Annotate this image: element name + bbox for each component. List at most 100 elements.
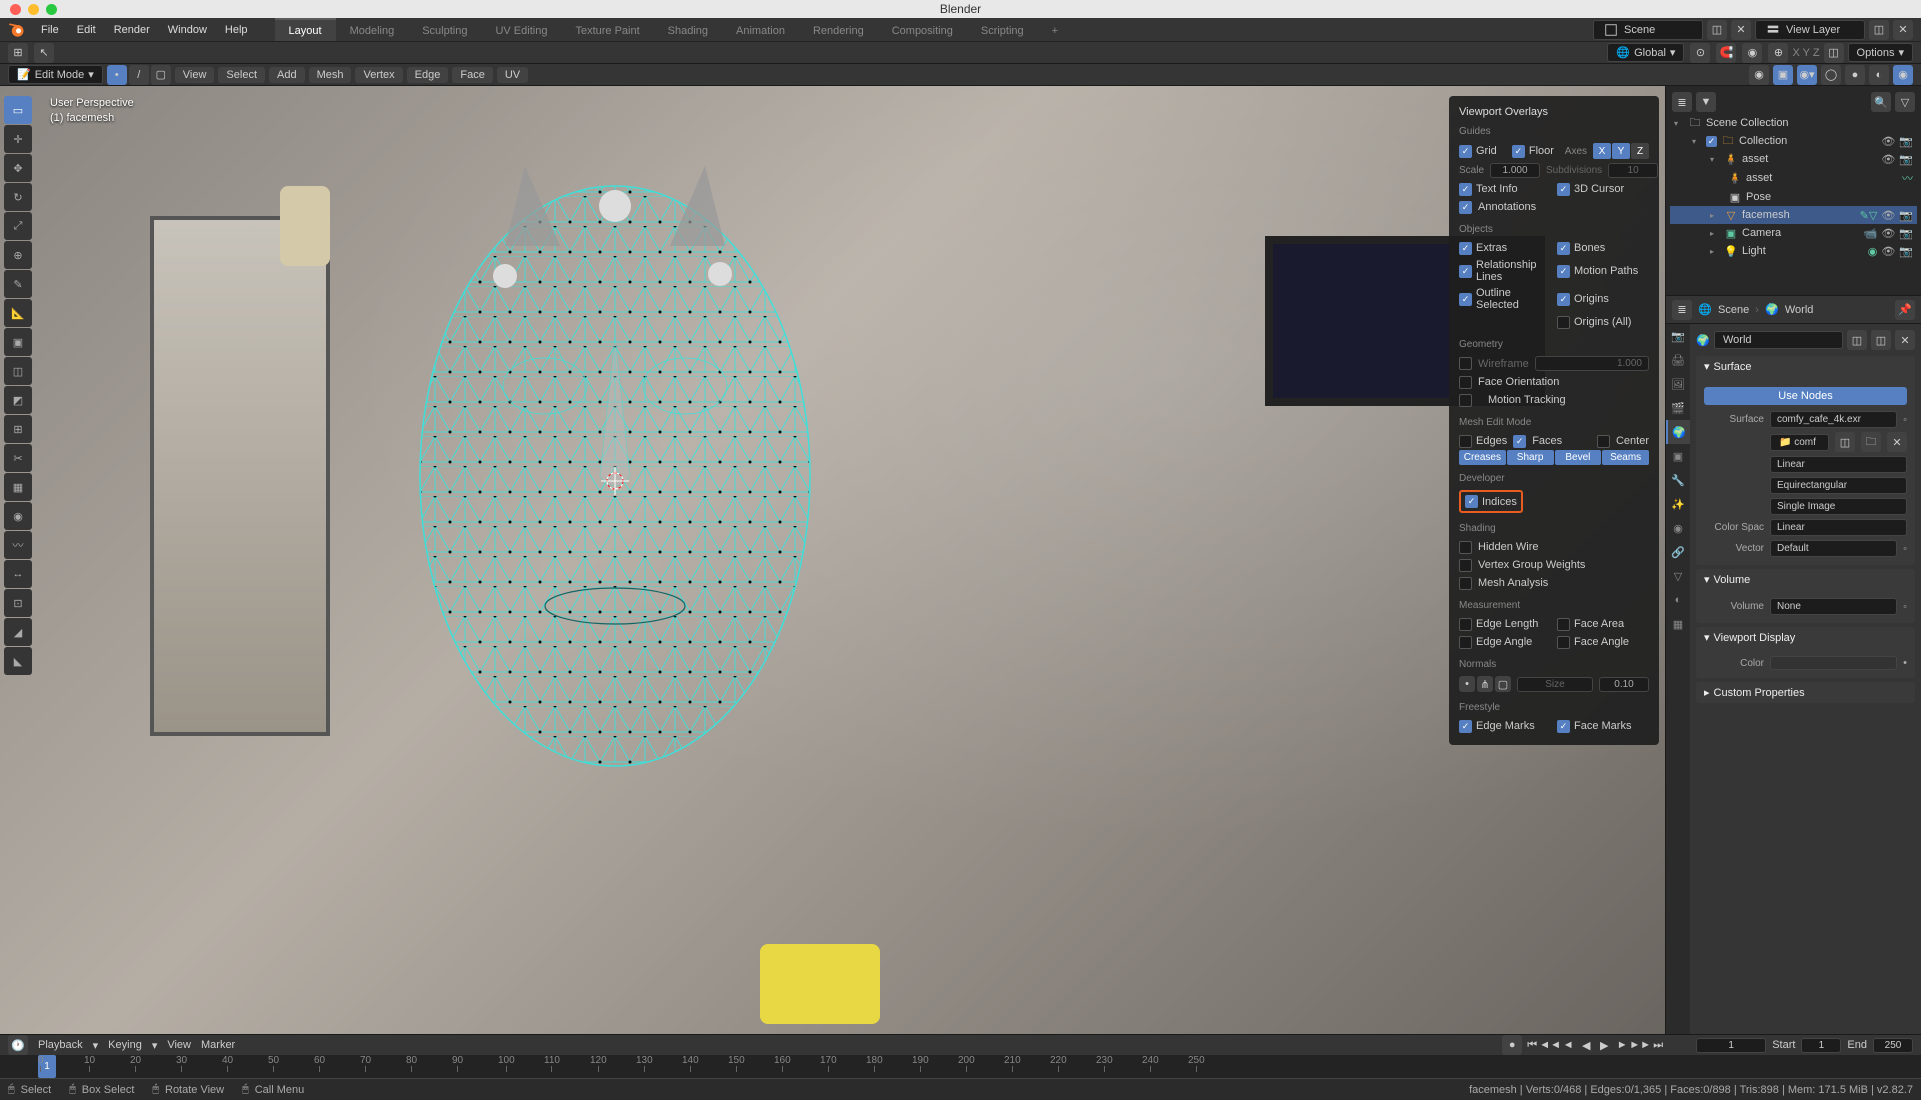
edges-checkbox[interactable] — [1459, 435, 1472, 448]
header-mesh[interactable]: Mesh — [309, 67, 352, 83]
delete-layer-button[interactable]: ✕ — [1893, 20, 1913, 40]
menu-edit[interactable]: Edit — [68, 18, 105, 41]
pivot-icon[interactable]: ⊙ — [1690, 43, 1710, 63]
new-layer-button[interactable]: ◫ — [1869, 20, 1889, 40]
bevel-tool[interactable]: ◩ — [4, 386, 32, 414]
indices-checkbox[interactable] — [1465, 495, 1478, 508]
header-face[interactable]: Face — [452, 67, 492, 83]
world-name-field[interactable]: World — [1714, 331, 1843, 349]
outliner-asset[interactable]: ▾🧍asset👁📷 — [1670, 150, 1917, 168]
tab-modifier-props[interactable]: 🔧 — [1666, 468, 1690, 492]
volume-panel-header[interactable]: ▾ Volume — [1696, 569, 1915, 590]
mesh-analysis-checkbox[interactable] — [1459, 577, 1472, 590]
normal-split-icon[interactable]: ⋔ — [1477, 676, 1493, 692]
new-scene-button[interactable]: ◫ — [1707, 20, 1727, 40]
orientation-selector[interactable]: 🌐 Global ▾ — [1607, 43, 1684, 62]
tab-object-props[interactable]: ▣ — [1666, 444, 1690, 468]
motion-checkbox[interactable] — [1557, 265, 1570, 278]
display-color-swatch[interactable] — [1770, 656, 1897, 670]
rotate-tool[interactable]: ↻ — [4, 183, 32, 211]
extras-checkbox[interactable] — [1459, 242, 1472, 255]
unlink-world-icon[interactable]: ✕ — [1895, 330, 1915, 350]
spin-tool[interactable]: ◉ — [4, 502, 32, 530]
viewport-overlays-icon[interactable]: ◉▾ — [1797, 65, 1817, 85]
scale-input[interactable]: 1.000 — [1490, 163, 1540, 178]
start-frame-input[interactable]: 1 — [1801, 1038, 1841, 1053]
textinfo-checkbox[interactable] — [1459, 183, 1472, 196]
subdiv-input[interactable]: 10 — [1608, 163, 1658, 178]
sharp-button[interactable]: Sharp — [1507, 450, 1554, 465]
timeline-marker[interactable]: Marker — [201, 1039, 235, 1051]
volume-select[interactable]: None — [1770, 598, 1897, 615]
minimize-window-icon[interactable] — [28, 4, 39, 15]
jump-start-icon[interactable]: ⏮ — [1524, 1037, 1540, 1053]
hidden-wire-checkbox[interactable] — [1459, 541, 1472, 554]
faces-checkbox[interactable] — [1513, 435, 1526, 448]
surface-value[interactable]: comfy_cafe_4k.exr — [1770, 411, 1897, 428]
image-file-field[interactable]: 📁 comf — [1770, 434, 1829, 451]
bones-checkbox[interactable] — [1557, 242, 1570, 255]
play-icon[interactable]: ▶ — [1596, 1037, 1612, 1053]
outliner-funnel-icon[interactable]: ▽ — [1895, 92, 1915, 112]
overlay-toggle-icon[interactable]: ◫ — [1824, 43, 1844, 63]
axis-x-button[interactable]: X — [1593, 143, 1611, 159]
end-frame-input[interactable]: 250 — [1873, 1038, 1913, 1053]
shading-rendered-icon[interactable]: ◉ — [1893, 65, 1913, 85]
axis-y-button[interactable]: Y — [1612, 143, 1630, 159]
cursor-tool[interactable]: ✛ — [4, 125, 32, 153]
shading-wireframe-icon[interactable]: ◯ — [1821, 65, 1841, 85]
close-window-icon[interactable] — [10, 4, 21, 15]
edge-select-icon[interactable]: / — [129, 65, 149, 85]
relation-checkbox[interactable] — [1459, 265, 1472, 278]
extrude-tool[interactable]: ▣ — [4, 328, 32, 356]
header-edge[interactable]: Edge — [407, 67, 449, 83]
auto-key-icon[interactable]: ● — [1502, 1035, 1522, 1055]
edge-length-checkbox[interactable] — [1459, 618, 1472, 631]
center-checkbox[interactable] — [1597, 435, 1610, 448]
snap-icon[interactable]: 🧲 — [1716, 43, 1736, 63]
transform-tool[interactable]: ⊕ — [4, 241, 32, 269]
props-type-icon[interactable]: ≣ — [1672, 300, 1692, 320]
menu-window[interactable]: Window — [159, 18, 216, 41]
outliner-light[interactable]: ▸💡Light◉👁📷 — [1670, 242, 1917, 260]
tab-texture-props[interactable]: ▦ — [1666, 612, 1690, 636]
tab-physics-props[interactable]: ◉ — [1666, 516, 1690, 540]
knife-tool[interactable]: ✂ — [4, 444, 32, 472]
loopcut-tool[interactable]: ⊞ — [4, 415, 32, 443]
jump-end-icon[interactable]: ⏭ — [1650, 1037, 1666, 1053]
tab-output-props[interactable]: 🖨 — [1666, 348, 1690, 372]
outliner-search-icon[interactable]: 🔍 — [1871, 92, 1891, 112]
tab-layout[interactable]: Layout — [275, 18, 336, 41]
tab-sculpting[interactable]: Sculpting — [408, 18, 481, 41]
seams-button[interactable]: Seams — [1602, 450, 1649, 465]
cursor3d-checkbox[interactable] — [1557, 183, 1570, 196]
viewport-display-panel-header[interactable]: ▾ Viewport Display — [1696, 627, 1915, 648]
frame-prev-icon[interactable]: ◄ — [1560, 1037, 1576, 1053]
vector-select[interactable]: Default — [1770, 540, 1897, 557]
cursor-tool-icon[interactable]: ↖ — [34, 43, 54, 63]
copy-world-icon[interactable]: ◫ — [1871, 330, 1891, 350]
inset-tool[interactable]: ◫ — [4, 357, 32, 385]
annotations-checkbox[interactable] — [1459, 201, 1472, 214]
source-select[interactable]: Single Image — [1770, 498, 1907, 515]
select-box-tool[interactable]: ▭ — [4, 96, 32, 124]
bevel-button[interactable]: Bevel — [1555, 450, 1602, 465]
new-world-icon[interactable]: ◫ — [1847, 330, 1867, 350]
play-reverse-icon[interactable]: ◀ — [1578, 1037, 1594, 1053]
smooth-tool[interactable]: 〰 — [4, 531, 32, 559]
tab-shading[interactable]: Shading — [654, 18, 722, 41]
floor-checkbox[interactable] — [1512, 145, 1525, 158]
annotate-tool[interactable]: ✎ — [4, 270, 32, 298]
outliner-pose[interactable]: ▣Pose — [1670, 188, 1917, 206]
mode-selector[interactable]: 📝 Edit Mode ▾ — [8, 65, 103, 84]
add-workspace-button[interactable]: + — [1038, 18, 1072, 41]
timeline-keying[interactable]: Keying — [108, 1039, 142, 1051]
frame-next-icon[interactable]: ► — [1614, 1037, 1630, 1053]
outliner-facemesh[interactable]: ▸▽facemesh✎▽👁📷 — [1670, 206, 1917, 224]
use-nodes-button[interactable]: Use Nodes — [1704, 387, 1907, 405]
normal-vertex-icon[interactable]: • — [1459, 676, 1475, 692]
face-select-icon[interactable]: ▢ — [151, 65, 171, 85]
menu-file[interactable]: File — [32, 18, 68, 41]
outliner-scene-collection[interactable]: ▾🗀Scene Collection — [1670, 114, 1917, 132]
grid-checkbox[interactable] — [1459, 145, 1472, 158]
